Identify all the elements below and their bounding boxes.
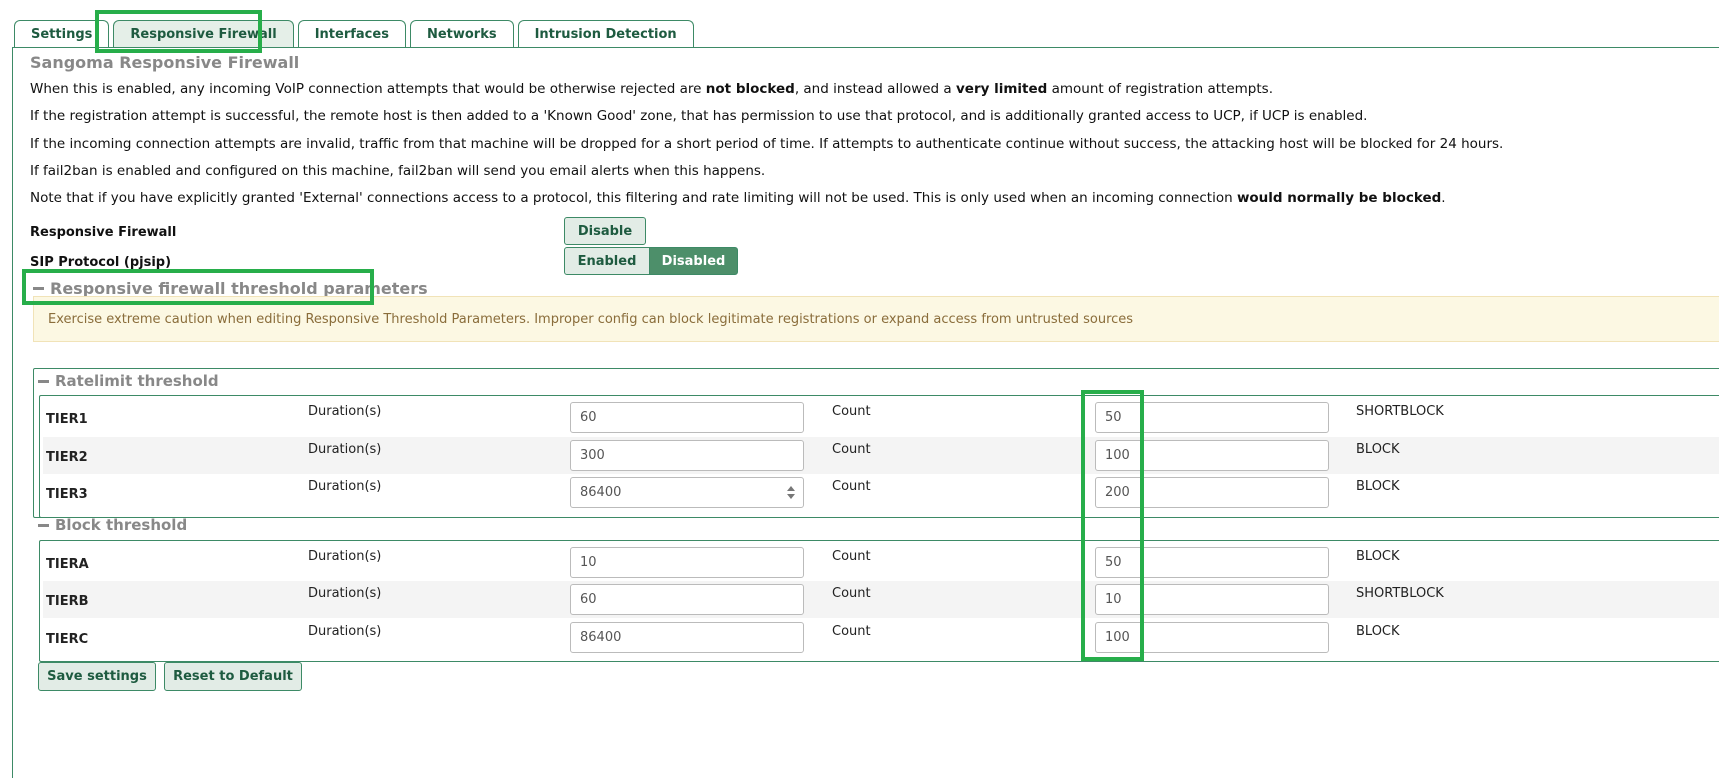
responsive-firewall-label: Responsive Firewall <box>30 225 177 240</box>
table-row: TIER1 Duration(s) 60 Count 50 SHORTBLOCK <box>43 399 1719 436</box>
description-invalid: If the incoming connection attempts are … <box>30 136 1504 152</box>
sip-enabled-toggle[interactable]: Enabled <box>564 247 650 275</box>
tier2-count-input[interactable]: 100 <box>1095 440 1329 471</box>
tier-label: TIER3 <box>46 487 88 502</box>
ratelimit-toggle[interactable]: Ratelimit threshold <box>38 372 219 390</box>
count-label: Count <box>832 586 871 601</box>
sip-disabled-toggle[interactable]: Disabled <box>649 247 738 275</box>
tier3-count-input[interactable]: 200 <box>1095 477 1329 508</box>
duration-label: Duration(s) <box>308 549 382 564</box>
tier1-count-input[interactable]: 50 <box>1095 402 1329 433</box>
section-title: Sangoma Responsive Firewall <box>30 53 300 72</box>
count-label: Count <box>832 442 871 457</box>
action-label: SHORTBLOCK <box>1356 404 1444 419</box>
description-external: Note that if you have explicitly granted… <box>30 190 1446 206</box>
tierb-duration-input[interactable]: 60 <box>570 584 804 615</box>
text: . <box>1441 190 1446 206</box>
description-enabled: When this is enabled, any incoming VoIP … <box>30 81 1273 97</box>
count-label: Count <box>832 479 871 494</box>
description-success: If the registration attempt is successfu… <box>30 108 1368 124</box>
tierb-count-input[interactable]: 10 <box>1095 584 1329 615</box>
minus-icon <box>38 523 49 527</box>
table-row: TIER2 Duration(s) 300 Count 100 BLOCK <box>43 437 1719 474</box>
count-label: Count <box>832 624 871 639</box>
duration-label: Duration(s) <box>308 442 382 457</box>
tiera-count-input[interactable]: 50 <box>1095 547 1329 578</box>
block-toggle[interactable]: Block threshold <box>38 516 187 534</box>
tier-label: TIERC <box>46 632 89 647</box>
emphasis: very limited <box>955 81 1048 97</box>
table-row: TIER3 Duration(s) 86400 Count 200 BLOCK <box>43 474 1719 511</box>
duration-label: Duration(s) <box>308 404 382 419</box>
duration-label: Duration(s) <box>308 479 382 494</box>
tier1-duration-input[interactable]: 60 <box>570 402 804 433</box>
tab-interfaces[interactable]: Interfaces <box>297 20 406 47</box>
block-title: Block threshold <box>55 516 188 534</box>
sip-protocol-label: SIP Protocol (pjsip) <box>30 255 172 270</box>
emphasis: not blocked <box>705 81 795 97</box>
duration-label: Duration(s) <box>308 586 382 601</box>
text: Note that if you have explicitly granted… <box>30 190 1237 206</box>
action-label: BLOCK <box>1356 442 1400 457</box>
tab-networks[interactable]: Networks <box>409 20 514 47</box>
count-label: Count <box>832 404 871 419</box>
table-row: TIERC Duration(s) 86400 Count 100 BLOCK <box>43 619 1719 656</box>
action-label: BLOCK <box>1356 624 1400 639</box>
emphasis: would normally be blocked <box>1236 190 1442 206</box>
action-label: BLOCK <box>1356 549 1400 564</box>
tab-settings[interactable]: Settings <box>14 20 110 47</box>
tierc-duration-input[interactable]: 86400 <box>570 622 804 653</box>
table-row: TIERA Duration(s) 10 Count 50 BLOCK <box>43 544 1719 581</box>
action-label: SHORTBLOCK <box>1356 586 1444 601</box>
minus-icon <box>33 287 44 290</box>
tier-label: TIER1 <box>46 412 88 427</box>
action-label: BLOCK <box>1356 479 1400 494</box>
reset-to-default-button[interactable]: Reset to Default <box>164 662 302 691</box>
tierc-count-input[interactable]: 100 <box>1095 622 1329 653</box>
tier3-duration-input[interactable]: 86400 <box>570 477 804 508</box>
warning-alert: Exercise extreme caution when editing Re… <box>33 296 1719 342</box>
tier-label: TIERB <box>46 594 89 609</box>
save-settings-button[interactable]: Save settings <box>38 662 156 691</box>
minus-icon <box>38 379 49 383</box>
tier-label: TIERA <box>46 557 89 572</box>
text: , and instead allowed a <box>794 81 956 97</box>
count-label: Count <box>832 549 871 564</box>
tier-label: TIER2 <box>46 450 88 465</box>
text: amount of registration attempts. <box>1047 81 1273 97</box>
tiera-duration-input[interactable]: 10 <box>570 547 804 578</box>
description-fail2ban: If fail2ban is enabled and configured on… <box>30 163 766 179</box>
ratelimit-title: Ratelimit threshold <box>55 372 219 390</box>
tab-intrusion-detection[interactable]: Intrusion Detection <box>517 20 694 47</box>
duration-value: 86400 <box>580 485 622 500</box>
table-row: TIERB Duration(s) 60 Count 10 SHORTBLOCK <box>43 581 1719 618</box>
duration-label: Duration(s) <box>308 624 382 639</box>
tab-bar: Settings Responsive Firewall Interfaces … <box>14 20 698 48</box>
tab-responsive-firewall[interactable]: Responsive Firewall <box>113 20 294 47</box>
text: When this is enabled, any incoming VoIP … <box>30 81 706 97</box>
tier2-duration-input[interactable]: 300 <box>570 440 804 471</box>
disable-responsive-firewall-button[interactable]: Disable <box>564 217 646 245</box>
